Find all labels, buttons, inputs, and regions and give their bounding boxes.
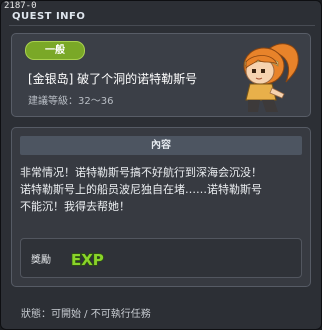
exp-icon: EXP [70, 250, 104, 269]
quest-type-badge: 一般 [25, 41, 85, 60]
reward-label: 獎勵 [31, 255, 51, 266]
reward-box: 獎勵 EXP [20, 238, 302, 278]
title-divider [9, 25, 315, 26]
quest-header-panel: 一般 [金银岛] 破了个洞的诺特勒斯号 建議等級：32～36 [11, 33, 311, 117]
quest-content-panel: 內容 非常情况！诺特勒斯号搞不好航行到深海会沉没！ 诺特勒斯号上的船员波尼独自在… [11, 127, 311, 287]
recommended-level: 建議等級：32～36 [28, 96, 114, 107]
quest-description: 非常情况！诺特勒斯号搞不好航行到深海会沉没！ 诺特勒斯号上的船员波尼独自在堵……… [20, 164, 306, 215]
content-section-header: 內容 [20, 136, 302, 155]
window-id: 2187-0 [4, 1, 37, 11]
quest-title: [金银岛] 破了个洞的诺特勒斯号 [28, 72, 198, 86]
npc-portrait-icon [243, 43, 299, 112]
quest-info-window: 2187-0 QUEST INFO 一般 [金银岛] 破了个洞的诺特勒斯号 建議… [0, 0, 322, 330]
description-line: 诺特勒斯号上的船员波尼独自在堵……诺特勒斯号 [20, 183, 262, 196]
exp-icon-text: EXP [71, 251, 104, 269]
window-title: QUEST INFO [12, 11, 86, 22]
description-line: 不能沉！我得去帮她！ [20, 200, 130, 213]
description-line: 非常情况！诺特勒斯号搞不好航行到深海会沉没！ [20, 166, 262, 179]
quest-status: 狀態：可開始 / 不可執行任務 [21, 309, 151, 320]
